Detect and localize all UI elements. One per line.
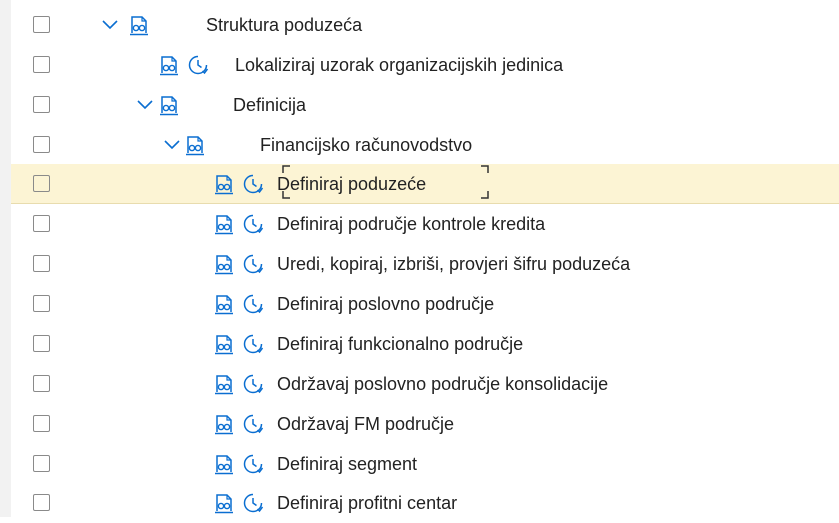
tree-gutter: [0, 0, 11, 517]
customizing-tree: Struktura poduzeća Lokaliziraj uzorak or…: [0, 0, 839, 517]
document-glasses-icon[interactable]: [213, 453, 235, 475]
row-checkbox[interactable]: [33, 295, 50, 312]
tree-row[interactable]: Lokaliziraj uzorak organizacijskih jedin…: [11, 45, 839, 85]
tree-node-label[interactable]: Definiraj područje kontrole kredita: [277, 212, 545, 236]
tree-row[interactable]: Struktura poduzeća: [11, 5, 839, 45]
row-checkbox[interactable]: [33, 455, 50, 472]
row-checkbox[interactable]: [33, 136, 50, 153]
clock-icon[interactable]: [242, 373, 264, 395]
document-glasses-icon[interactable]: [213, 333, 235, 355]
clock-icon[interactable]: [242, 253, 264, 275]
clock-icon[interactable]: [242, 413, 264, 435]
chevron-down-icon[interactable]: [163, 136, 181, 154]
tree-node-label[interactable]: Definicija: [233, 93, 306, 117]
document-glasses-icon[interactable]: [213, 173, 235, 195]
tree-node-label[interactable]: Definiraj poduzeće: [277, 172, 426, 196]
clock-icon[interactable]: [242, 213, 264, 235]
row-checkbox[interactable]: [33, 255, 50, 272]
tree-row[interactable]: Definiraj poslovno područje: [11, 284, 839, 324]
tree-row[interactable]: Definiraj funkcionalno područje: [11, 324, 839, 364]
row-checkbox[interactable]: [33, 96, 50, 113]
tree-row[interactable]: Uredi, kopiraj, izbriši, provjeri šifru …: [11, 244, 839, 284]
document-glasses-icon[interactable]: [158, 94, 180, 116]
document-glasses-icon[interactable]: [213, 373, 235, 395]
tree-row[interactable]: Održavaj FM područje: [11, 404, 839, 444]
tree-row[interactable]: Održavaj poslovno područje konsolidacije: [11, 364, 839, 404]
document-glasses-icon[interactable]: [213, 253, 235, 275]
row-checkbox[interactable]: [33, 56, 50, 73]
tree-node-label[interactable]: Definiraj profitni centar: [277, 491, 457, 515]
tree-row[interactable]: Financijsko računovodstvo: [11, 125, 839, 165]
tree-row[interactable]: Definicija: [11, 85, 839, 125]
tree-node-label[interactable]: Održavaj poslovno područje konsolidacije: [277, 372, 608, 396]
row-checkbox[interactable]: [33, 375, 50, 392]
tree-node-label[interactable]: Struktura poduzeća: [206, 13, 362, 37]
tree-node-label[interactable]: Definiraj poslovno područje: [277, 292, 494, 316]
tree-node-label[interactable]: Lokaliziraj uzorak organizacijskih jedin…: [235, 53, 563, 77]
row-checkbox[interactable]: [33, 215, 50, 232]
clock-icon[interactable]: [242, 293, 264, 315]
tree-node-label[interactable]: Definiraj funkcionalno područje: [277, 332, 523, 356]
document-glasses-icon[interactable]: [158, 54, 180, 76]
clock-icon[interactable]: [187, 54, 209, 76]
clock-icon[interactable]: [242, 492, 264, 514]
document-glasses-icon[interactable]: [213, 413, 235, 435]
tree-node-label[interactable]: Financijsko računovodstvo: [260, 133, 472, 157]
row-checkbox[interactable]: [33, 175, 50, 192]
row-checkbox[interactable]: [33, 415, 50, 432]
document-glasses-icon[interactable]: [213, 293, 235, 315]
row-checkbox[interactable]: [33, 16, 50, 33]
tree-row[interactable]: Definiraj segment: [11, 444, 839, 484]
tree-node-label[interactable]: Održavaj FM područje: [277, 412, 454, 436]
document-glasses-icon[interactable]: [213, 213, 235, 235]
document-glasses-icon[interactable]: [213, 492, 235, 514]
row-checkbox[interactable]: [33, 335, 50, 352]
chevron-down-icon[interactable]: [101, 16, 119, 34]
document-glasses-icon[interactable]: [128, 14, 150, 36]
clock-icon[interactable]: [242, 333, 264, 355]
tree-row[interactable]: Definiraj poduzeće: [11, 164, 839, 204]
tree-row[interactable]: Definiraj područje kontrole kredita: [11, 204, 839, 244]
clock-icon[interactable]: [242, 453, 264, 475]
tree-row[interactable]: Definiraj profitni centar: [11, 483, 839, 523]
tree-node-label[interactable]: Definiraj segment: [277, 452, 417, 476]
tree-node-label[interactable]: Uredi, kopiraj, izbriši, provjeri šifru …: [277, 252, 630, 276]
chevron-down-icon[interactable]: [136, 96, 154, 114]
row-checkbox[interactable]: [33, 494, 50, 511]
document-glasses-icon[interactable]: [184, 134, 206, 156]
clock-icon[interactable]: [242, 173, 264, 195]
